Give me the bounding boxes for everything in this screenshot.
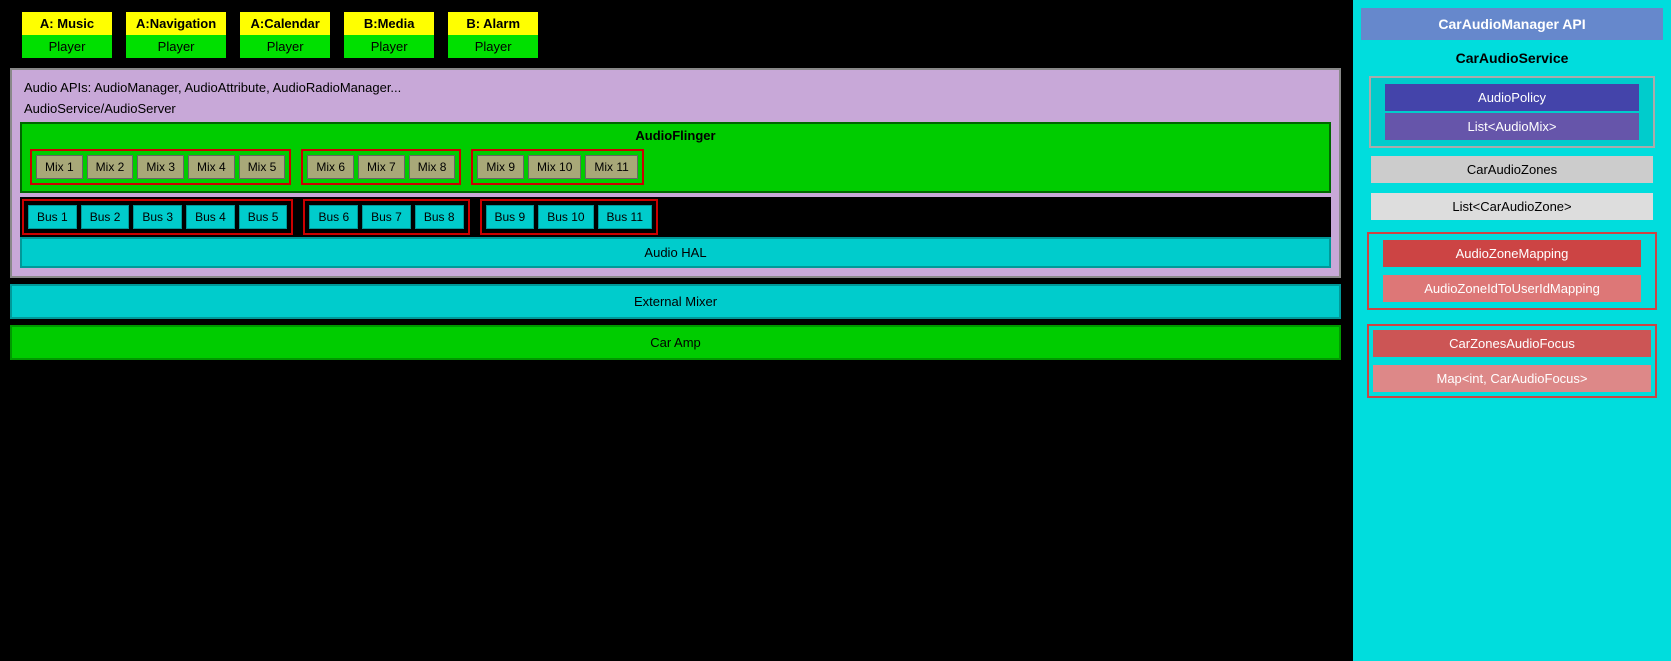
app-player: B: Alarm Player	[446, 10, 540, 60]
bus-zone-2: Bus 9Bus 10Bus 11	[480, 199, 659, 235]
car-audio-manager-api: CarAudioManager API	[1361, 8, 1663, 40]
app-label: A:Calendar	[240, 12, 330, 35]
audio-flinger-block: AudioFlinger Mix 1Mix 2Mix 3Mix 4Mix 5Mi…	[20, 122, 1331, 193]
app-player-label: Player	[448, 35, 538, 58]
mix-box: Mix 8	[409, 155, 456, 179]
app-label: B: Alarm	[448, 12, 538, 35]
arch-block: Audio APIs: AudioManager, AudioAttribute…	[10, 68, 1341, 278]
app-player: A:Calendar Player	[238, 10, 332, 60]
mix-box: Mix 3	[137, 155, 184, 179]
mix-box: Mix 6	[307, 155, 354, 179]
bus-box: Bus 3	[133, 205, 182, 229]
mix-box: Mix 10	[528, 155, 581, 179]
external-mixer-block: External Mixer	[10, 284, 1341, 319]
bus-box: Bus 2	[81, 205, 130, 229]
bus-box: Bus 6	[309, 205, 358, 229]
bus-box: Bus 5	[239, 205, 288, 229]
bus-zone-0: Bus 1Bus 2Bus 3Bus 4Bus 5	[22, 199, 293, 235]
mix-box: Mix 9	[477, 155, 524, 179]
mix-box: Mix 4	[188, 155, 235, 179]
mix-box: Mix 1	[36, 155, 83, 179]
audio-zone-id-to-user-id-mapping: AudioZoneIdToUserIdMapping	[1383, 275, 1641, 302]
audio-zone-mapping: AudioZoneMapping	[1383, 240, 1641, 267]
bus-zones-row: Bus 1Bus 2Bus 3Bus 4Bus 5 Bus 6Bus 7Bus 8…	[20, 197, 1331, 237]
mix-zone-2: Mix 9Mix 10Mix 11	[471, 149, 643, 185]
bus-box: Bus 11	[598, 205, 652, 229]
app-player-label: Player	[126, 35, 226, 58]
app-label: B:Media	[344, 12, 434, 35]
app-player: B:Media Player	[342, 10, 436, 60]
bus-zone-1: Bus 6Bus 7Bus 8	[303, 199, 469, 235]
audio-hal-block: Audio HAL	[20, 237, 1331, 268]
list-car-audio-zone: List<CarAudioZone>	[1371, 193, 1653, 220]
car-audio-zones: CarAudioZones	[1371, 156, 1653, 183]
audio-apis-label: Audio APIs: AudioManager, AudioAttribute…	[20, 78, 1331, 97]
right-panel: CarAudioManager API CarAudioService Audi…	[1351, 0, 1671, 661]
car-amp-block: Car Amp	[10, 325, 1341, 360]
app-player: A:Navigation Player	[124, 10, 228, 60]
mix-box: Mix 7	[358, 155, 405, 179]
audio-zone-mapping-section: AudioZoneMapping AudioZoneIdToUserIdMapp…	[1367, 232, 1657, 310]
car-zones-audio-focus: CarZonesAudioFocus	[1373, 330, 1651, 357]
mix-zones-row: Mix 1Mix 2Mix 3Mix 4Mix 5 Mix 6Mix 7Mix 8…	[30, 147, 1321, 187]
bus-box: Bus 7	[362, 205, 411, 229]
audio-service-label: AudioService/AudioServer	[20, 99, 1331, 118]
app-player: A: Music Player	[20, 10, 114, 60]
mix-box: Mix 11	[585, 155, 637, 179]
car-audio-service-label: CarAudioService	[1361, 46, 1663, 70]
mix-box: Mix 2	[87, 155, 134, 179]
bus-box: Bus 4	[186, 205, 235, 229]
app-player-label: Player	[240, 35, 330, 58]
audio-policy: AudioPolicy	[1385, 84, 1639, 111]
main-diagram: A: Music Player A:Navigation Player A:Ca…	[0, 0, 1351, 661]
app-label: A: Music	[22, 12, 112, 35]
mix-zone-0: Mix 1Mix 2Mix 3Mix 4Mix 5	[30, 149, 291, 185]
audio-flinger-title: AudioFlinger	[30, 128, 1321, 143]
audio-policy-section: AudioPolicy List<AudioMix>	[1369, 76, 1655, 148]
app-player-label: Player	[22, 35, 112, 58]
app-label: A:Navigation	[126, 12, 226, 35]
app-players-row: A: Music Player A:Navigation Player A:Ca…	[20, 10, 1341, 60]
mix-zone-1: Mix 6Mix 7Mix 8	[301, 149, 461, 185]
map-car-audio-focus: Map<int, CarAudioFocus>	[1373, 365, 1651, 392]
app-player-label: Player	[344, 35, 434, 58]
bus-box: Bus 9	[486, 205, 535, 229]
car-zones-audio-focus-section: CarZonesAudioFocus Map<int, CarAudioFocu…	[1367, 324, 1657, 398]
mix-box: Mix 5	[239, 155, 286, 179]
bus-box: Bus 8	[415, 205, 464, 229]
list-audio-mix: List<AudioMix>	[1385, 113, 1639, 140]
bus-box: Bus 1	[28, 205, 77, 229]
bus-box: Bus 10	[538, 205, 593, 229]
